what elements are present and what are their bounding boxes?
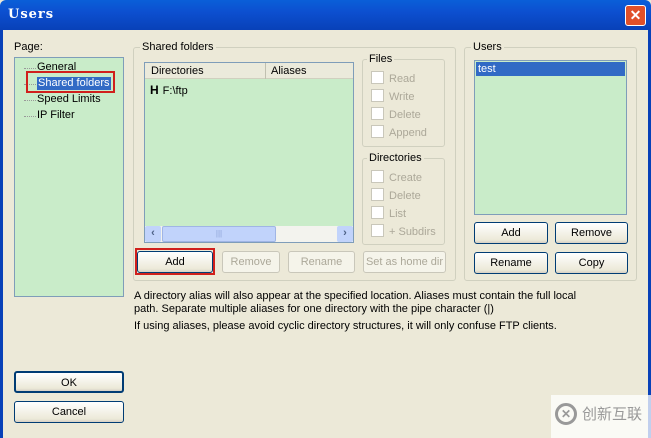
- files-group: Files Read Write Delete Append: [362, 53, 445, 147]
- delete-dir-checkbox[interactable]: Delete: [371, 188, 421, 203]
- remove-user-button[interactable]: Remove: [555, 222, 628, 244]
- users-list[interactable]: test: [474, 60, 627, 215]
- set-home-dir-button[interactable]: Set as home dir: [363, 251, 446, 273]
- read-checkbox[interactable]: Read: [371, 71, 415, 86]
- tree-item-ip-filter[interactable]: IP Filter: [37, 109, 75, 122]
- title-bar: [0, 0, 651, 30]
- users-title: Users: [471, 41, 504, 54]
- delete-file-checkbox[interactable]: Delete: [371, 107, 421, 122]
- directories-title: Directories: [367, 152, 424, 165]
- watermark-icon: ✕: [555, 403, 577, 425]
- directories-list[interactable]: Directories Aliases H F:\ftp ‹ ||| ›: [144, 62, 354, 243]
- list-checkbox[interactable]: List: [371, 206, 406, 221]
- write-checkbox[interactable]: Write: [371, 89, 414, 104]
- column-aliases[interactable]: Aliases: [271, 65, 306, 77]
- subdirs-checkbox[interactable]: + Subdirs: [371, 224, 436, 239]
- user-item-test[interactable]: test: [476, 62, 625, 76]
- directory-path: F:\ftp: [162, 85, 188, 97]
- create-checkbox[interactable]: Create: [371, 170, 422, 185]
- append-checkbox[interactable]: Append: [371, 125, 427, 140]
- cancel-button[interactable]: Cancel: [14, 401, 124, 423]
- window-title: Users: [8, 7, 55, 22]
- files-title: Files: [367, 53, 395, 66]
- directories-group: Directories Create Delete List + Subdirs: [362, 152, 445, 245]
- help-text: A directory alias will also appear at th…: [134, 290, 577, 332]
- tree-item-speed-limits[interactable]: Speed Limits: [37, 93, 101, 106]
- home-dir-icon: H: [150, 83, 159, 97]
- rename-user-button[interactable]: Rename: [474, 252, 548, 274]
- watermark-logo: ✕ 创新互联: [551, 395, 651, 438]
- highlight-box: [26, 71, 115, 93]
- window-border-left: [0, 30, 3, 438]
- directory-row[interactable]: H F:\ftp: [150, 83, 188, 97]
- page-label: Page:: [14, 41, 43, 53]
- close-button[interactable]: ✕: [625, 5, 646, 26]
- rename-folder-button[interactable]: Rename: [288, 251, 355, 273]
- remove-folder-button[interactable]: Remove: [222, 251, 280, 273]
- horizontal-scrollbar[interactable]: ‹ ||| ›: [145, 226, 353, 242]
- copy-user-button[interactable]: Copy: [555, 252, 628, 274]
- scroll-right-icon[interactable]: ›: [337, 226, 353, 242]
- scroll-left-icon[interactable]: ‹: [145, 226, 161, 242]
- shared-folders-title: Shared folders: [140, 41, 216, 54]
- scroll-thumb[interactable]: |||: [162, 226, 276, 242]
- watermark-text: 创新互联: [582, 405, 643, 423]
- page-tree: General Shared folders Speed Limits IP F…: [14, 57, 124, 297]
- ok-button[interactable]: OK: [14, 371, 124, 393]
- add-user-button[interactable]: Add: [474, 222, 548, 244]
- highlight-box: [135, 248, 215, 275]
- column-directories[interactable]: Directories: [151, 65, 204, 77]
